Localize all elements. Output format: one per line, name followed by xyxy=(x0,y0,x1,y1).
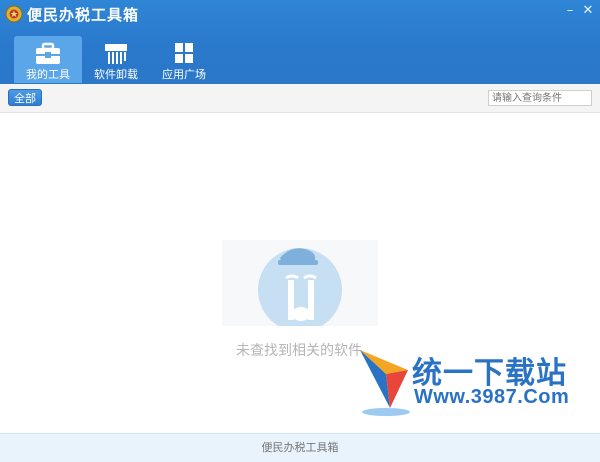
title-bar: 便民办税工具箱 – ✕ 我的工具 软件卸载 应用广场 xyxy=(0,0,600,84)
crying-face-icon xyxy=(258,248,342,326)
toolbox-icon xyxy=(36,42,60,64)
uninstall-icon xyxy=(105,44,127,64)
tab-uninstall[interactable]: 软件卸载 xyxy=(82,36,150,83)
watermark-logo: 统一下载站 Www.3987.Com xyxy=(360,350,592,420)
search-input[interactable] xyxy=(488,90,592,106)
watermark-url: Www.3987.Com xyxy=(414,386,570,408)
empty-message: 未查找到相关的软件 xyxy=(236,343,362,359)
all-filter-button[interactable]: 全部 xyxy=(8,89,42,106)
tab-my-tools[interactable]: 我的工具 xyxy=(14,36,82,83)
minimize-button[interactable]: – xyxy=(562,4,578,18)
status-footer: 便民办税工具箱 xyxy=(0,433,600,462)
tab-label: 软件卸载 xyxy=(94,68,138,81)
filter-toolbar: 全部 xyxy=(0,84,600,113)
window-title: 便民办税工具箱 xyxy=(27,6,140,24)
close-button[interactable]: ✕ xyxy=(580,4,596,18)
tab-label: 我的工具 xyxy=(26,68,70,81)
empty-state-illustration xyxy=(222,240,378,326)
grid-apps-icon xyxy=(175,43,193,63)
tax-emblem-icon xyxy=(5,5,23,23)
tab-app-square[interactable]: 应用广场 xyxy=(150,36,218,83)
site-logo-icon xyxy=(360,350,410,416)
tab-label: 应用广场 xyxy=(162,68,206,81)
